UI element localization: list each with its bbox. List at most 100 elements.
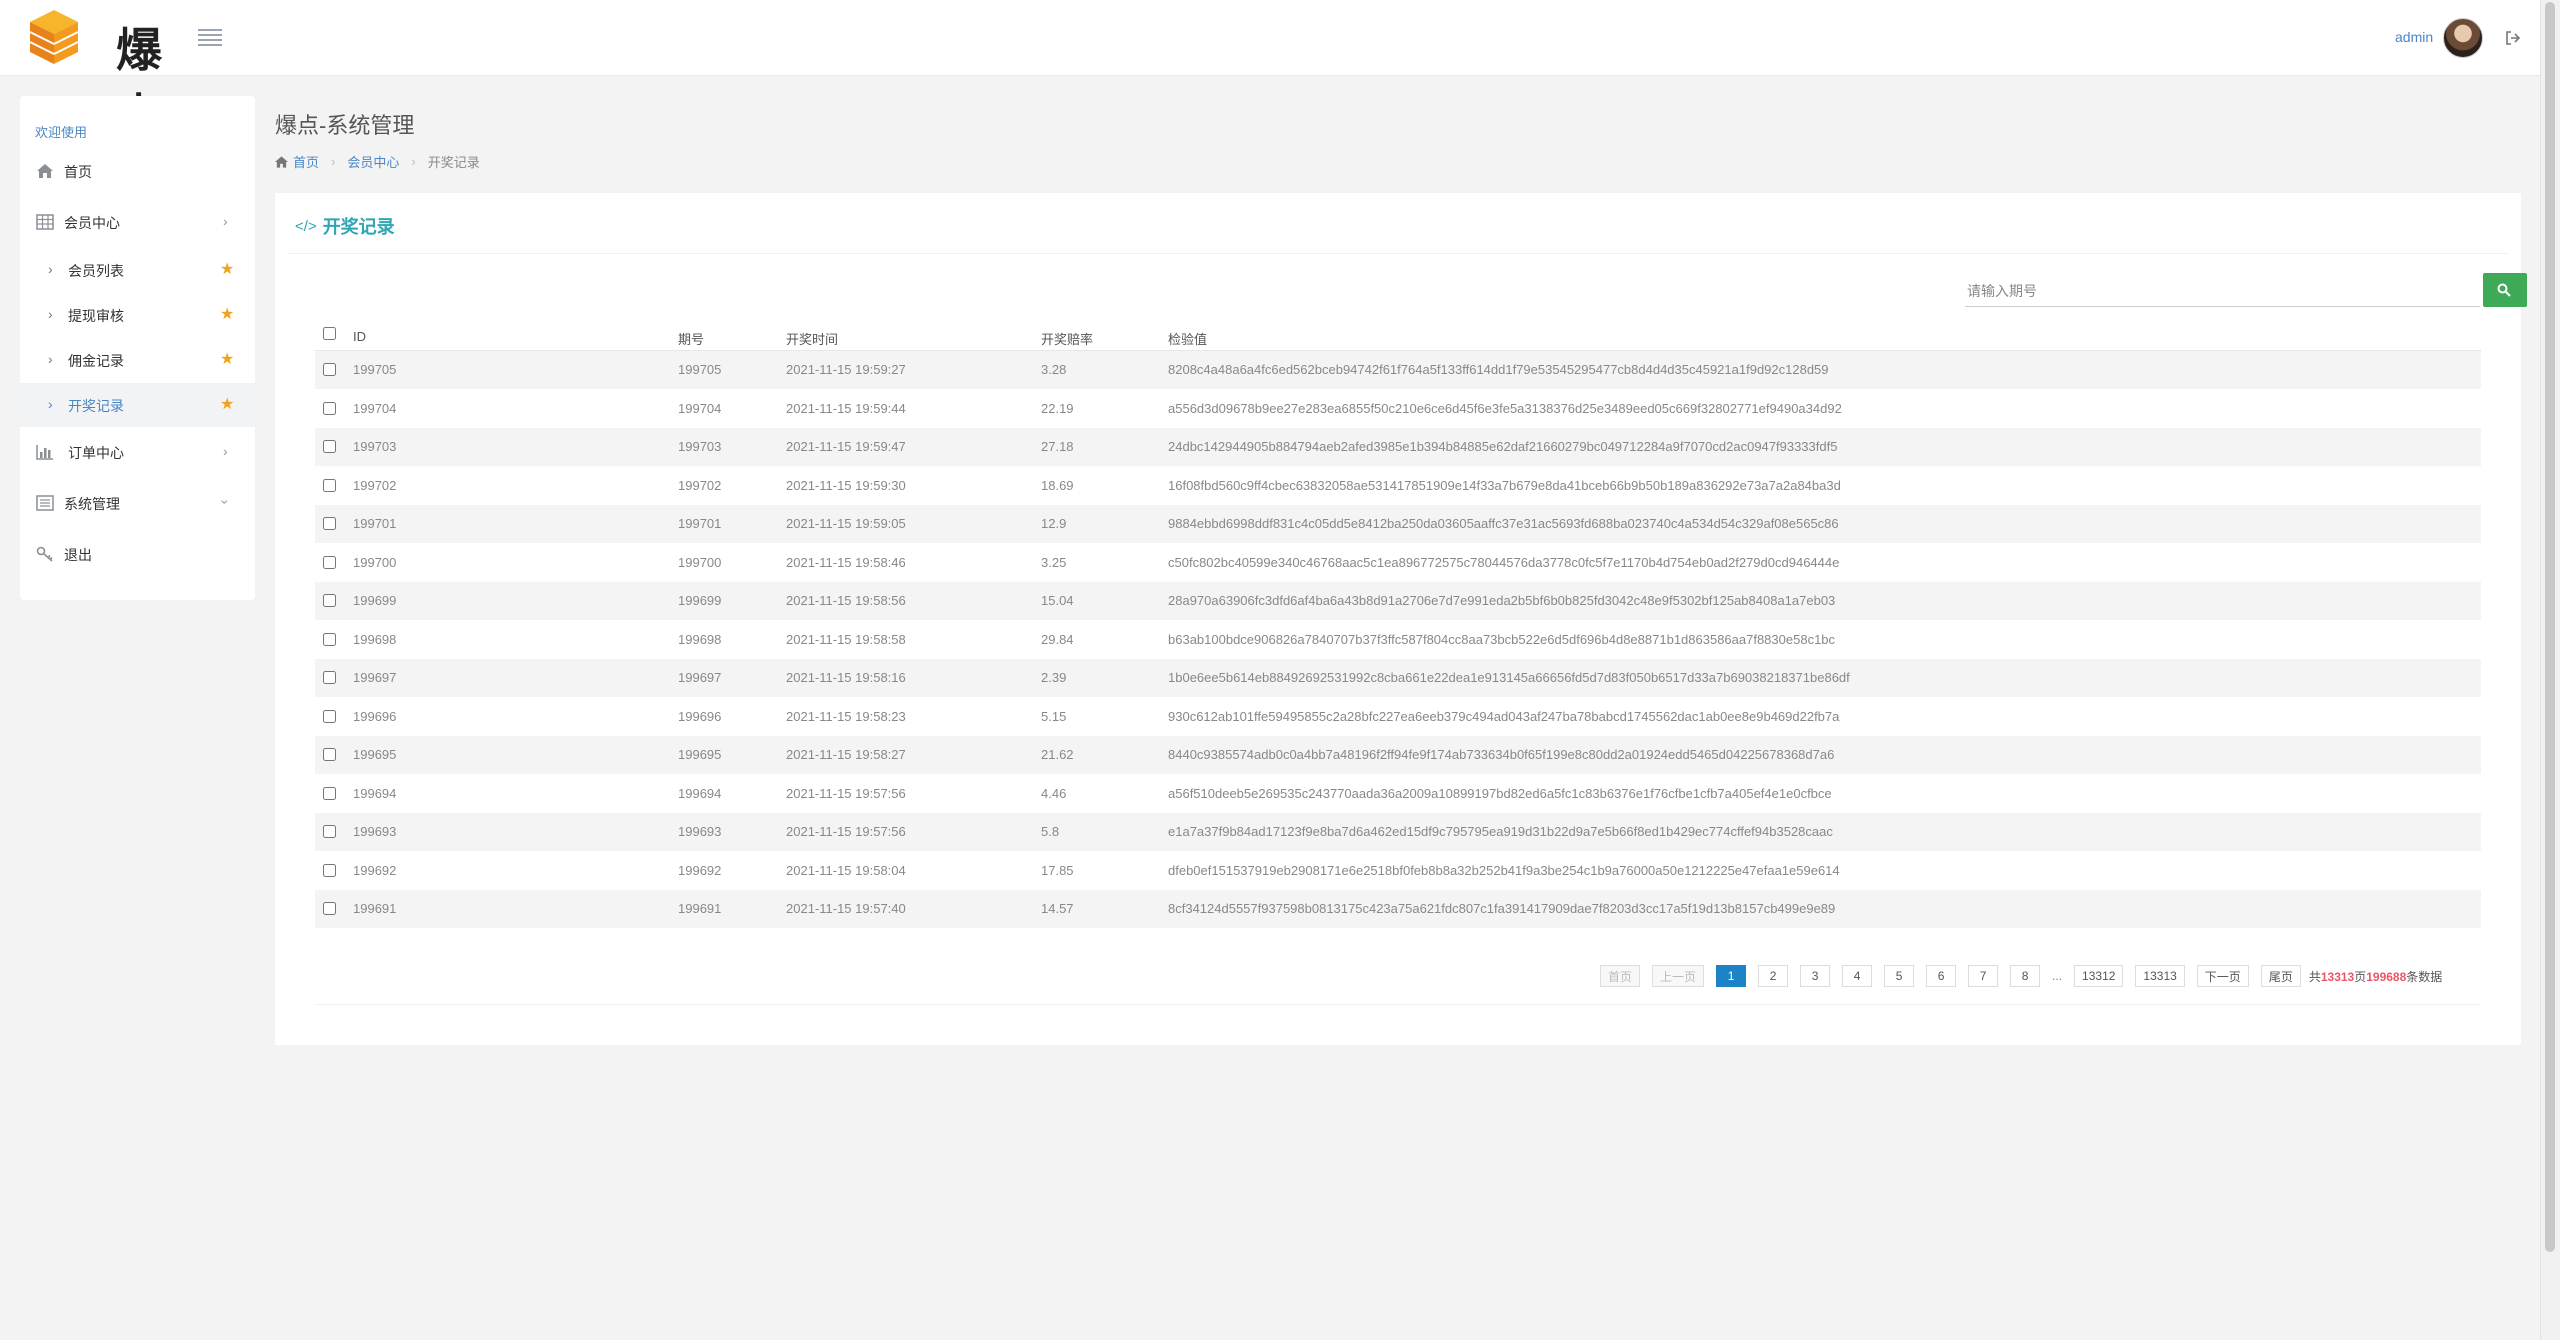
row-checkbox[interactable]: [323, 786, 336, 800]
breadcrumb-separator: ›: [331, 154, 336, 169]
row-checkbox[interactable]: [323, 709, 336, 723]
cell-check-value: 930c612ab101ffe59495855c2a28bfc227ea6eeb…: [1168, 708, 1840, 724]
cell-draw-time: 2021-11-15 19:57:40: [786, 901, 906, 916]
sidebar-subitem-lottery-records[interactable]: › 开奖记录 ★: [20, 383, 255, 427]
table-row: 199697 199697 2021-11-15 19:58:16 2.39 1b0e6…: [315, 659, 2481, 698]
cell-id: 199705: [353, 362, 397, 377]
column-header-id[interactable]: ID: [353, 329, 366, 344]
cell-check-value: 24dbc142944905b884794aeb2afed3985e1b394b…: [1168, 439, 1838, 454]
row-checkbox[interactable]: [323, 748, 336, 761]
cell-check-value: 8208c4a48a6a4fc6ed562bceb94742f61f764a5f…: [1168, 362, 1829, 377]
prev-page-button[interactable]: 上一页: [1652, 965, 1705, 987]
select-all-checkbox[interactable]: [323, 327, 336, 340]
star-icon: ★: [220, 306, 235, 323]
row-checkbox[interactable]: [323, 478, 336, 492]
code-icon: </>: [295, 217, 317, 235]
row-checkbox[interactable]: [323, 863, 336, 877]
row-checkbox[interactable]: [323, 671, 336, 684]
cell-draw-time: 2021-11-15 19:57:56: [786, 785, 906, 801]
cell-issue: 199694: [678, 785, 722, 801]
brand-logo[interactable]: 爆点: [26, 8, 176, 143]
row-checkbox[interactable]: [323, 517, 336, 530]
star-icon: ★: [220, 351, 235, 368]
next-page-button[interactable]: 下一页: [2196, 965, 2249, 987]
sidebar: 欢迎使用 首页 会员中心 › › 会员列表 ★ › 提现审核 ★ › 佣金记录 …: [20, 96, 255, 600]
cell-id: 199697: [353, 670, 397, 685]
page-button-7[interactable]: 7: [1968, 965, 1999, 987]
cell-odds: 27.18: [1041, 439, 1074, 454]
column-header-odds[interactable]: 开奖赔率: [1041, 329, 1093, 348]
page-button-13313[interactable]: 13313: [2135, 965, 2185, 987]
column-header-issue[interactable]: 期号: [678, 329, 704, 348]
cell-odds: 5.8: [1041, 824, 1060, 839]
page-scrollbar-thumb[interactable]: [2545, 2, 2555, 1252]
cell-issue: 199701: [678, 516, 722, 531]
cell-draw-time: 2021-11-15 19:59:44: [786, 400, 906, 416]
menu-toggle-icon[interactable]: [198, 26, 222, 48]
page-button-13312[interactable]: 13312: [2074, 965, 2124, 987]
page-button-8[interactable]: 8: [2010, 965, 2041, 987]
column-header-check-value[interactable]: 检验值: [1168, 329, 1207, 348]
row-checkbox[interactable]: [323, 401, 336, 415]
page-button-5[interactable]: 5: [1884, 965, 1915, 987]
row-checkbox[interactable]: [323, 363, 336, 376]
page-button-3[interactable]: 3: [1800, 965, 1831, 987]
row-checkbox[interactable]: [323, 440, 336, 453]
sidebar-subitem-member-list[interactable]: › 会员列表 ★: [20, 248, 255, 292]
table-row: 199702 199702 2021-11-15 19:59:30 18.69 16f0…: [315, 467, 2481, 505]
sidebar-item-label: 首页: [64, 164, 92, 180]
sign-out-icon[interactable]: [2505, 30, 2521, 46]
sidebar-item-home[interactable]: 首页: [20, 149, 255, 193]
cell-issue: 199693: [678, 824, 722, 839]
sidebar-item-member-center[interactable]: 会员中心 ›: [20, 200, 255, 244]
cell-check-value: 8cf34124d5557f937598b0813175c423a75a621f…: [1168, 901, 1836, 916]
page-button-4[interactable]: 4: [1842, 965, 1873, 987]
cell-id: 199701: [353, 516, 397, 531]
panel-title: </> 开奖记录: [295, 213, 395, 239]
table-body: 199705 199705 2021-11-15 19:59:27 3.28 8208c…: [315, 351, 2481, 929]
table-row: 199700 199700 2021-11-15 19:58:46 3.25 c50fc…: [315, 544, 2481, 582]
cell-draw-time: 2021-11-15 19:59:05: [786, 516, 906, 531]
sidebar-item-logout[interactable]: 退出: [20, 532, 255, 576]
row-checkbox[interactable]: [323, 594, 336, 607]
cell-issue: 199697: [678, 670, 722, 685]
chevron-down-icon: ›: [223, 213, 228, 229]
sidebar-subitem-label: 佣金记录: [68, 353, 124, 369]
sidebar-subitem-commission-records[interactable]: › 佣金记录 ★: [20, 338, 255, 382]
last-page-button[interactable]: 尾页: [2260, 965, 2301, 987]
search-button[interactable]: [2483, 273, 2527, 307]
page-button-6[interactable]: 6: [1926, 965, 1957, 987]
breadcrumb-home-link[interactable]: 首页: [293, 152, 319, 171]
cell-issue: 199696: [678, 708, 722, 724]
top-navbar: 爆点 admin: [0, 0, 2540, 143]
cell-draw-time: 2021-11-15 19:59:27: [786, 362, 906, 377]
user-name-link[interactable]: admin: [2395, 29, 2433, 45]
user-avatar[interactable]: [2443, 18, 2483, 58]
row-checkbox[interactable]: [323, 632, 336, 646]
table-row: 199696 199696 2021-11-15 19:58:23 5.15 930c6…: [315, 698, 2481, 736]
cell-check-value: a56f510deeb5e269535c243770aada36a2009a10…: [1168, 785, 1832, 801]
breadcrumb-member-center-link[interactable]: 会员中心: [347, 152, 399, 171]
cell-odds: 18.69: [1041, 477, 1074, 493]
page-button-1[interactable]: 1: [1716, 965, 1747, 987]
sidebar-subitem-withdraw-review[interactable]: › 提现审核 ★: [20, 293, 255, 337]
sidebar-item-order-center[interactable]: 订单中心 ›: [20, 430, 255, 474]
column-header-draw-time[interactable]: 开奖时间: [786, 329, 838, 348]
cell-draw-time: 2021-11-15 19:59:47: [786, 439, 906, 454]
row-checkbox[interactable]: [323, 825, 336, 838]
cell-check-value: dfeb0ef151537919eb2908171e6e2518bf0feb8b…: [1168, 862, 1840, 878]
cube-logo-icon: [29, 10, 79, 64]
row-checkbox[interactable]: [323, 902, 336, 915]
cell-odds: 14.57: [1041, 901, 1074, 916]
row-checkbox[interactable]: [323, 555, 336, 569]
list-alt-icon: [36, 495, 54, 511]
cell-odds: 4.46: [1041, 785, 1067, 801]
sidebar-item-system-management[interactable]: 系统管理 ›: [20, 481, 255, 525]
lottery-records-table: ID 期号 开奖时间 开奖赔率 检验值 199705 199705 2021-11-…: [315, 313, 2481, 929]
first-page-button[interactable]: 首页: [1600, 965, 1641, 987]
page-button-2[interactable]: 2: [1758, 965, 1789, 987]
table-row: 199695 199695 2021-11-15 19:58:27 21.62 8440…: [315, 736, 2481, 775]
cell-draw-time: 2021-11-15 19:57:56: [786, 824, 906, 839]
cell-draw-time: 2021-11-15 19:58:16: [786, 670, 906, 685]
issue-search-input[interactable]: [1965, 275, 2480, 307]
